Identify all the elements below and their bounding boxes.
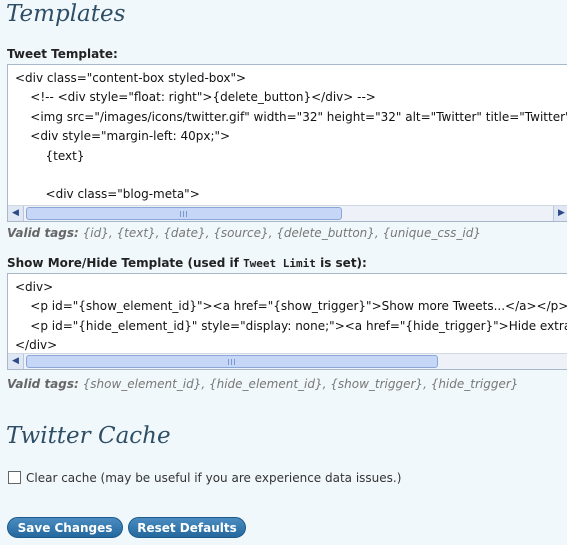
code-line: <img src="/images/icons/twitter.gif" wid… — [15, 109, 567, 124]
tweet-template-label: Tweet Template: — [7, 47, 118, 61]
clear-cache-checkbox[interactable] — [8, 471, 21, 484]
showmore-template-hscrollbar[interactable]: ◀ — [8, 353, 567, 369]
code-line: <!-- <div style="float: right">{delete_b… — [15, 90, 376, 105]
code-line: <p id="{show_element_id}"><a href="{show… — [15, 299, 567, 314]
code-line: <div style="margin-left: 40px;"> — [15, 129, 231, 144]
scroll-left-icon[interactable]: ◀ — [8, 206, 24, 221]
valid-tags-list: {id}, {text}, {date}, {source}, {delete_… — [82, 226, 482, 240]
showmore-template-textarea[interactable]: <div> <p id="{show_element_id}"><a href=… — [7, 273, 567, 370]
code-line: {text} — [15, 148, 85, 163]
valid-tags-list: {show_element_id}, {hide_element_id}, {s… — [82, 377, 519, 391]
reset-defaults-button[interactable]: Reset Defaults — [128, 517, 246, 538]
twitter-cache-heading: Twitter Cache — [6, 423, 171, 449]
valid-tags-label: Valid tags: — [7, 377, 79, 391]
valid-tags-label: Valid tags: — [7, 226, 79, 240]
code-line: <div> — [15, 280, 54, 294]
scroll-left-icon[interactable]: ◀ — [8, 354, 24, 369]
clear-cache-label[interactable]: Clear cache (may be useful if you are ex… — [26, 471, 401, 485]
clear-cache-row[interactable]: Clear cache (may be useful if you are ex… — [8, 471, 401, 485]
tweet-template-content[interactable]: <div class="content-box styled-box"> <!-… — [8, 65, 567, 205]
tweet-template-textarea[interactable]: <div class="content-box styled-box"> <!-… — [7, 64, 567, 222]
scroll-thumb[interactable] — [26, 355, 438, 368]
showmore-valid-tags: Valid tags: {show_element_id}, {hide_ele… — [7, 377, 518, 391]
code-line: <p id="{hide_element_id}" style="display… — [30, 318, 567, 333]
tweet-template-hscrollbar[interactable]: ◀ ▶ — [8, 205, 567, 221]
scroll-thumb[interactable] — [26, 207, 342, 220]
code-line: <div class="blog-meta"> — [15, 187, 200, 202]
tweet-valid-tags: Valid tags: {id}, {text}, {date}, {sourc… — [7, 226, 481, 240]
code-line: <div class="content-box styled-box"> — [15, 71, 247, 85]
save-changes-button[interactable]: Save Changes — [7, 517, 123, 538]
showmore-template-label: Show More/Hide Template (used if Tweet L… — [7, 256, 367, 270]
scroll-right-icon[interactable]: ▶ — [553, 206, 567, 221]
showmore-template-content[interactable]: <div> <p id="{show_element_id}"><a href=… — [8, 274, 567, 356]
templates-heading: Templates — [6, 1, 126, 27]
